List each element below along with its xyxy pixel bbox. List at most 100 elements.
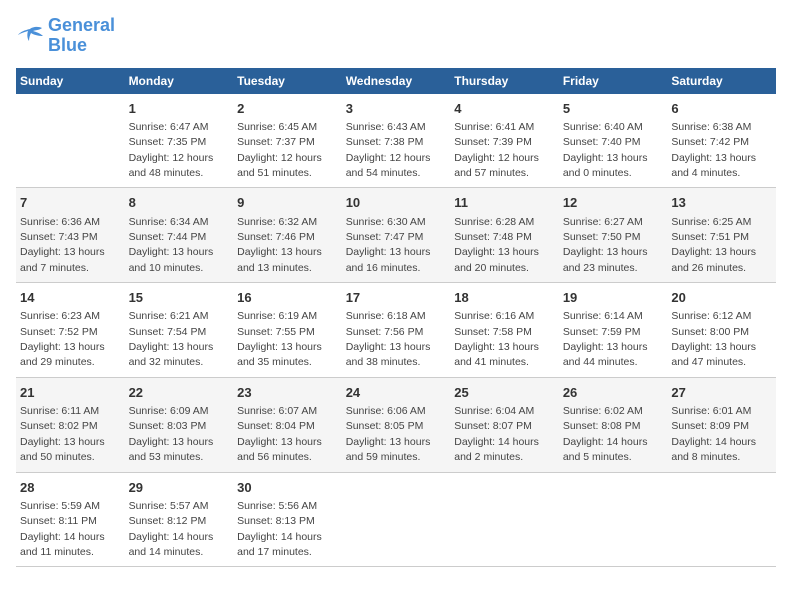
day-info: Sunrise: 6:36 AM Sunset: 7:43 PM Dayligh… [20,216,105,274]
day-cell: 1Sunrise: 6:47 AM Sunset: 7:35 PM Daylig… [125,94,234,188]
day-info: Sunrise: 5:59 AM Sunset: 8:11 PM Dayligh… [20,500,105,558]
day-number: 3 [346,100,447,118]
day-number: 21 [20,384,121,402]
day-cell: 18 Sunrise: 6:16 AM Sunset: 7:58 PM Dayli… [450,283,559,378]
day-number: 27 [671,384,772,402]
day-info: Sunrise: 6:45 AM Sunset: 7:37 PM Dayligh… [237,121,322,179]
day-info: Sunrise: 6:38 AM Sunset: 7:42 PM Dayligh… [671,121,756,179]
day-number: 11 [454,194,555,212]
day-cell: 3Sunrise: 6:43 AM Sunset: 7:38 PM Daylig… [342,94,451,188]
col-header-sunday: Sunday [16,68,125,94]
day-number: 22 [129,384,230,402]
day-cell: 9 Sunrise: 6:32 AM Sunset: 7:46 PM Daylig… [233,188,342,283]
day-cell: 4 Sunrise: 6:41 AM Sunset: 7:39 PM Daylig… [450,94,559,188]
day-info: Sunrise: 6:32 AM Sunset: 7:46 PM Dayligh… [237,216,322,274]
day-number: 2 [237,100,338,118]
day-number: 7 [20,194,121,212]
day-number: 20 [671,289,772,307]
day-cell: 10 Sunrise: 6:30 AM Sunset: 7:47 PM Dayli… [342,188,451,283]
day-number: 16 [237,289,338,307]
col-header-friday: Friday [559,68,668,94]
day-cell: 16 Sunrise: 6:19 AM Sunset: 7:55 PM Dayli… [233,283,342,378]
week-row-4: 21Sunrise: 6:11 AM Sunset: 8:02 PM Dayli… [16,377,776,472]
day-cell: 2 Sunrise: 6:45 AM Sunset: 7:37 PM Daylig… [233,94,342,188]
day-number: 30 [237,479,338,497]
day-cell: 7 Sunrise: 6:36 AM Sunset: 7:43 PM Daylig… [16,188,125,283]
day-info: Sunrise: 6:02 AM Sunset: 8:08 PM Dayligh… [563,405,648,463]
week-row-1: 1Sunrise: 6:47 AM Sunset: 7:35 PM Daylig… [16,94,776,188]
day-info: Sunrise: 6:18 AM Sunset: 7:56 PM Dayligh… [346,310,431,368]
day-cell: 5 Sunrise: 6:40 AM Sunset: 7:40 PM Daylig… [559,94,668,188]
day-info: Sunrise: 6:47 AM Sunset: 7:35 PM Dayligh… [129,121,214,179]
day-number: 25 [454,384,555,402]
day-info: Sunrise: 6:04 AM Sunset: 8:07 PM Dayligh… [454,405,539,463]
day-cell: 14 Sunrise: 6:23 AM Sunset: 7:52 PM Dayli… [16,283,125,378]
col-header-tuesday: Tuesday [233,68,342,94]
day-cell: 22 Sunrise: 6:09 AM Sunset: 8:03 PM Dayli… [125,377,234,472]
day-info: Sunrise: 6:41 AM Sunset: 7:39 PM Dayligh… [454,121,539,179]
logo: General Blue [16,16,115,56]
col-header-saturday: Saturday [667,68,776,94]
day-number: 5 [563,100,664,118]
day-cell: 6 Sunrise: 6:38 AM Sunset: 7:42 PM Daylig… [667,94,776,188]
day-cell [450,472,559,567]
day-number: 19 [563,289,664,307]
day-info: Sunrise: 5:56 AM Sunset: 8:13 PM Dayligh… [237,500,322,558]
day-info: Sunrise: 6:12 AM Sunset: 8:00 PM Dayligh… [671,310,756,368]
day-number: 10 [346,194,447,212]
day-number: 14 [20,289,121,307]
col-header-wednesday: Wednesday [342,68,451,94]
day-info: Sunrise: 6:27 AM Sunset: 7:50 PM Dayligh… [563,216,648,274]
day-cell: 30 Sunrise: 5:56 AM Sunset: 8:13 PM Dayli… [233,472,342,567]
col-header-monday: Monday [125,68,234,94]
day-info: Sunrise: 6:09 AM Sunset: 8:03 PM Dayligh… [129,405,214,463]
day-info: Sunrise: 6:19 AM Sunset: 7:55 PM Dayligh… [237,310,322,368]
day-info: Sunrise: 5:57 AM Sunset: 8:12 PM Dayligh… [129,500,214,558]
logo-subtext: Blue [48,36,115,56]
day-info: Sunrise: 6:16 AM Sunset: 7:58 PM Dayligh… [454,310,539,368]
day-number: 12 [563,194,664,212]
col-header-thursday: Thursday [450,68,559,94]
day-info: Sunrise: 6:23 AM Sunset: 7:52 PM Dayligh… [20,310,105,368]
day-cell: 26 Sunrise: 6:02 AM Sunset: 8:08 PM Dayli… [559,377,668,472]
logo-text: General [48,16,115,36]
day-number: 17 [346,289,447,307]
day-cell: 17 Sunrise: 6:18 AM Sunset: 7:56 PM Dayli… [342,283,451,378]
day-info: Sunrise: 6:28 AM Sunset: 7:48 PM Dayligh… [454,216,539,274]
day-info: Sunrise: 6:40 AM Sunset: 7:40 PM Dayligh… [563,121,648,179]
day-cell: 29 Sunrise: 5:57 AM Sunset: 8:12 PM Dayli… [125,472,234,567]
day-number: 13 [671,194,772,212]
day-number: 18 [454,289,555,307]
day-number: 9 [237,194,338,212]
day-info: Sunrise: 6:06 AM Sunset: 8:05 PM Dayligh… [346,405,431,463]
day-cell: 11 Sunrise: 6:28 AM Sunset: 7:48 PM Dayli… [450,188,559,283]
day-number: 26 [563,384,664,402]
day-cell [342,472,451,567]
day-cell: 20 Sunrise: 6:12 AM Sunset: 8:00 PM Dayli… [667,283,776,378]
day-cell: 24 Sunrise: 6:06 AM Sunset: 8:05 PM Dayli… [342,377,451,472]
calendar-table: SundayMondayTuesdayWednesdayThursdayFrid… [16,68,776,568]
day-number: 24 [346,384,447,402]
day-number: 6 [671,100,772,118]
day-info: Sunrise: 6:30 AM Sunset: 7:47 PM Dayligh… [346,216,431,274]
day-info: Sunrise: 6:34 AM Sunset: 7:44 PM Dayligh… [129,216,214,274]
day-number: 8 [129,194,230,212]
day-cell: 23 Sunrise: 6:07 AM Sunset: 8:04 PM Dayli… [233,377,342,472]
day-number: 4 [454,100,555,118]
day-cell: 25 Sunrise: 6:04 AM Sunset: 8:07 PM Dayli… [450,377,559,472]
day-cell: 28 Sunrise: 5:59 AM Sunset: 8:11 PM Dayli… [16,472,125,567]
day-number: 28 [20,479,121,497]
day-info: Sunrise: 6:21 AM Sunset: 7:54 PM Dayligh… [129,310,214,368]
logo-icon [16,25,44,47]
week-row-2: 7 Sunrise: 6:36 AM Sunset: 7:43 PM Daylig… [16,188,776,283]
day-number: 29 [129,479,230,497]
day-number: 23 [237,384,338,402]
day-info: Sunrise: 6:07 AM Sunset: 8:04 PM Dayligh… [237,405,322,463]
day-cell [16,94,125,188]
week-row-5: 28 Sunrise: 5:59 AM Sunset: 8:11 PM Dayli… [16,472,776,567]
header: General Blue [16,16,776,56]
days-header-row: SundayMondayTuesdayWednesdayThursdayFrid… [16,68,776,94]
day-info: Sunrise: 6:14 AM Sunset: 7:59 PM Dayligh… [563,310,648,368]
day-number: 15 [129,289,230,307]
day-cell: 15 Sunrise: 6:21 AM Sunset: 7:54 PM Dayli… [125,283,234,378]
